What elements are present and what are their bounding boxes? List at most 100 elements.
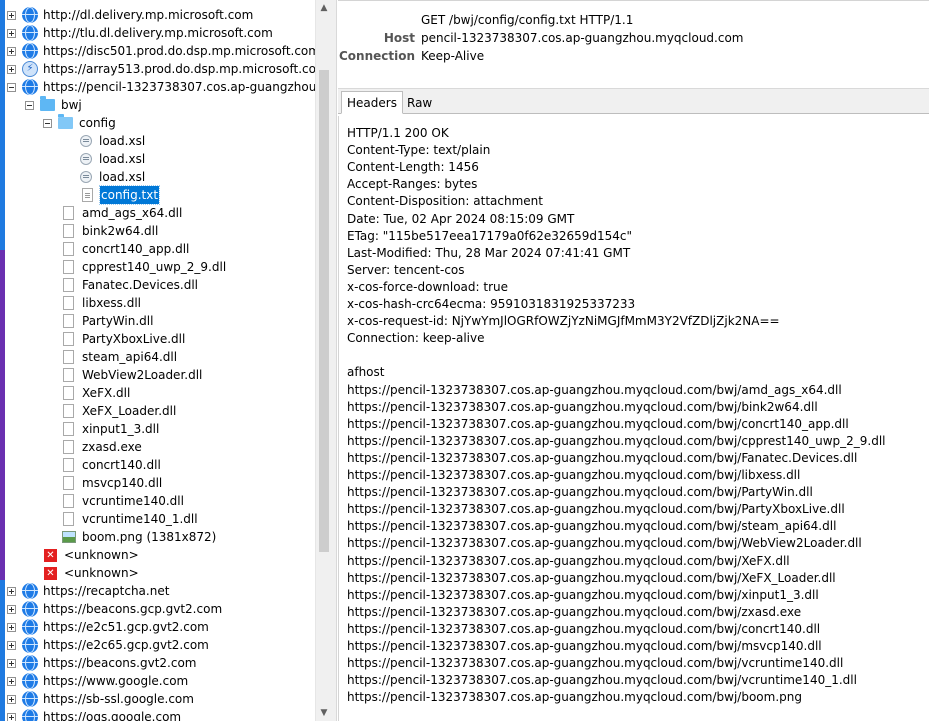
host-node[interactable]: https://recaptcha.net xyxy=(7,582,170,600)
folder-icon xyxy=(40,96,55,111)
response-line: x-cos-force-download: true xyxy=(347,279,509,294)
host-node[interactable]: https://disc501.prod.do.dsp.mp.microsoft… xyxy=(7,42,315,60)
response-line: https://pencil-1323738307.cos.ap-guangzh… xyxy=(347,519,837,534)
tab-raw[interactable]: Raw xyxy=(401,91,438,114)
response-line: x-cos-request-id: NjYwYmJlOGRfOWZjYzNiMG… xyxy=(347,314,780,329)
expand-icon[interactable] xyxy=(7,586,16,596)
file-node[interactable]: XeFX_Loader.dll xyxy=(63,402,177,420)
file-node-label: amd_ags_x64.dll xyxy=(82,206,183,220)
host-node[interactable]: https://beacons.gvt2.com xyxy=(7,654,197,672)
file-node-label: cpprest140_uwp_2_9.dll xyxy=(82,260,227,274)
request-header-value: pencil-1323738307.cos.ap-guangzhou.myqcl… xyxy=(421,31,744,45)
globe-icon xyxy=(22,43,38,59)
file-node[interactable]: libxess.dll xyxy=(63,294,142,312)
response-line: Last-Modified: Thu, 28 Mar 2024 07:41:41… xyxy=(347,245,631,260)
folder-node[interactable]: bwj xyxy=(25,96,83,114)
pane-splitter[interactable] xyxy=(331,0,337,721)
request-header-row: Host pencil-1323738307.cos.ap-guangzhou.… xyxy=(338,29,929,47)
file-node-label: PartyXboxLive.dll xyxy=(82,332,186,346)
expand-icon[interactable] xyxy=(7,10,16,20)
file-node[interactable]: msvcp140.dll xyxy=(63,474,163,492)
globe-icon xyxy=(22,583,38,599)
collapse-icon[interactable] xyxy=(25,100,34,110)
file-icon xyxy=(63,422,74,436)
file-node[interactable]: bink2w64.dll xyxy=(63,222,159,240)
file-node[interactable]: Fanatec.Devices.dll xyxy=(63,276,199,294)
host-node[interactable]: https://e2c65.gcp.gvt2.com xyxy=(7,636,210,654)
response-line: ETag: "115be517eea17179a0f62e32659d154c" xyxy=(347,228,633,243)
expand-icon[interactable] xyxy=(7,28,16,38)
file-node[interactable]: concrt140_app.dll xyxy=(63,240,190,258)
tab-headers[interactable]: Headers xyxy=(341,91,403,114)
unknown-node[interactable]: ✕ <unknown> xyxy=(44,564,140,582)
response-line: x-cos-hash-crc64ecma: 959103183192533723… xyxy=(347,297,636,311)
response-line: Server: tencent-cos xyxy=(347,262,465,277)
tree-scrollbar[interactable]: ▲ ▼ xyxy=(315,0,331,721)
expand-icon[interactable] xyxy=(7,658,16,668)
session-tree[interactable]: http://dl.delivery.mp.microsoft.com http:… xyxy=(5,0,315,721)
expand-icon[interactable] xyxy=(7,46,16,56)
file-node[interactable]: load.xsl xyxy=(80,168,146,186)
expand-icon[interactable] xyxy=(7,640,16,650)
file-node[interactable]: PartyWin.dll xyxy=(63,312,154,330)
scrollbar-thumb[interactable] xyxy=(319,70,329,552)
globe-icon xyxy=(22,655,38,671)
host-node[interactable]: https://www.google.com xyxy=(7,672,189,690)
file-icon xyxy=(63,404,74,418)
response-line: HTTP/1.1 200 OK xyxy=(347,126,449,140)
file-node-label: concrt140.dll xyxy=(82,458,161,472)
file-icon xyxy=(63,296,74,310)
expand-icon[interactable] xyxy=(7,604,16,614)
file-node-label: XeFX_Loader.dll xyxy=(82,404,177,418)
response-line: Content-Disposition: attachment xyxy=(347,194,543,209)
host-node[interactable]: http://dl.delivery.mp.microsoft.com xyxy=(7,6,254,24)
file-node[interactable]: xinput1_3.dll xyxy=(63,420,160,438)
file-icon xyxy=(63,494,74,508)
scroll-down-arrow-icon[interactable]: ▼ xyxy=(316,705,332,721)
expand-icon[interactable] xyxy=(7,694,16,704)
scroll-up-arrow-icon[interactable]: ▲ xyxy=(316,0,332,16)
collapse-icon[interactable] xyxy=(7,82,16,92)
file-node-label: zxasd.exe xyxy=(82,440,142,454)
file-node[interactable]: steam_api64.dll xyxy=(63,348,178,366)
globe-icon xyxy=(22,691,38,707)
host-node-label: https://sb-ssl.google.com xyxy=(43,692,194,706)
expand-icon[interactable] xyxy=(7,676,16,686)
collapse-icon[interactable] xyxy=(43,118,52,128)
host-node-label: https://array513.prod.do.dsp.mp.microsof… xyxy=(43,62,315,76)
file-node[interactable]: amd_ags_x64.dll xyxy=(63,204,183,222)
response-text-pane[interactable]: HTTP/1.1 200 OK Content-Type: text/plain C… xyxy=(338,116,929,721)
expand-icon[interactable] xyxy=(7,712,16,721)
host-node[interactable]: https://e2c51.gcp.gvt2.com xyxy=(7,618,210,636)
xsl-file-icon xyxy=(80,153,92,165)
host-node[interactable]: https://pencil-1323738307.cos.ap-guangzh… xyxy=(7,78,315,96)
host-node[interactable]: https://ogs.google.com xyxy=(7,708,182,721)
host-node[interactable]: https://sb-ssl.google.com xyxy=(7,690,195,708)
host-node[interactable]: ⚡ https://array513.prod.do.dsp.mp.microso… xyxy=(7,60,315,78)
folder-node[interactable]: config xyxy=(43,114,117,132)
request-header-key: Connection xyxy=(338,49,415,63)
response-line: https://pencil-1323738307.cos.ap-guangzh… xyxy=(347,502,845,517)
file-node[interactable]: PartyXboxLive.dll xyxy=(63,330,186,348)
file-node[interactable]: concrt140.dll xyxy=(63,456,162,474)
unknown-node[interactable]: ✕ <unknown> xyxy=(44,546,140,564)
file-icon xyxy=(63,386,74,400)
file-node[interactable]: config.txt xyxy=(82,185,161,205)
expand-icon[interactable] xyxy=(7,64,16,74)
file-node[interactable]: cpprest140_uwp_2_9.dll xyxy=(63,258,227,276)
response-line: Content-Length: 1456 xyxy=(347,160,479,175)
host-node[interactable]: http://tlu.dl.delivery.mp.microsoft.com xyxy=(7,24,274,42)
host-node-label: https://beacons.gvt2.com xyxy=(43,656,197,670)
file-node[interactable]: vcruntime140_1.dll xyxy=(63,510,199,528)
host-node[interactable]: https://beacons.gcp.gvt2.com xyxy=(7,600,223,618)
request-header-key: Host xyxy=(383,31,415,45)
file-node[interactable]: WebView2Loader.dll xyxy=(63,366,203,384)
expand-icon[interactable] xyxy=(7,622,16,632)
file-node[interactable]: load.xsl xyxy=(80,150,146,168)
file-node[interactable]: load.xsl xyxy=(80,132,146,150)
file-node[interactable]: boom.png (1381x872) xyxy=(62,528,217,546)
file-node[interactable]: vcruntime140.dll xyxy=(63,492,185,510)
file-node[interactable]: XeFX.dll xyxy=(63,384,131,402)
file-node[interactable]: zxasd.exe xyxy=(63,438,143,456)
file-icon xyxy=(63,332,74,346)
